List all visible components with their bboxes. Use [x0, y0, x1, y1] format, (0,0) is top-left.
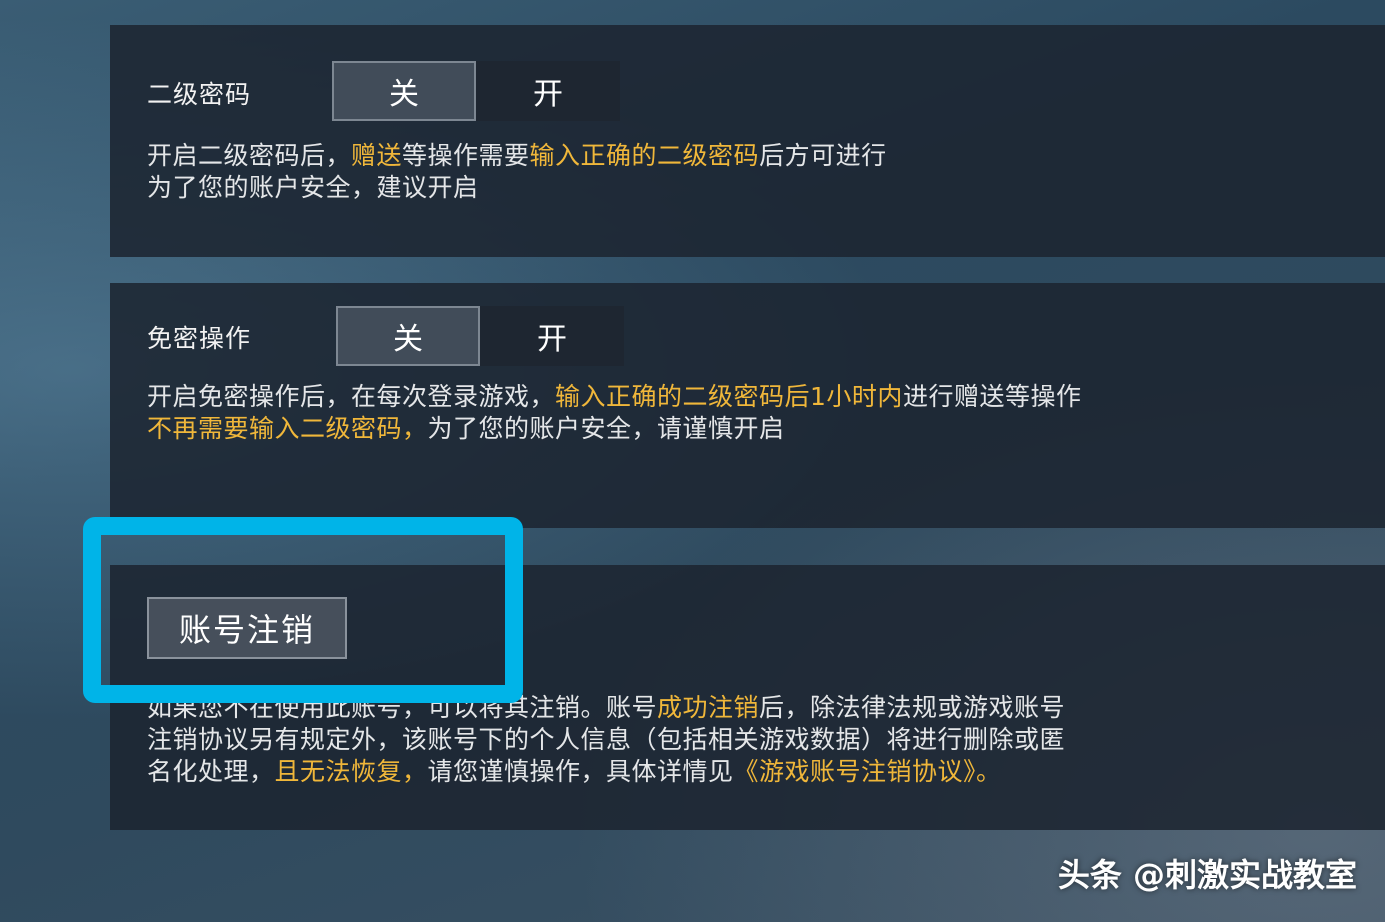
secondary-password-desc-line2: 为了您的账户安全，建议开启 [147, 173, 479, 202]
highlighted-text: 输入正确的二级密码 [529, 141, 760, 170]
account-deletion-button[interactable]: 账号注销 [147, 597, 347, 659]
highlighted-text: 赠送 [351, 141, 403, 170]
toggle-on-button[interactable]: 开 [480, 306, 624, 366]
highlighted-text: 《游戏账号注销协议》。 [733, 757, 1002, 786]
text-segment: 请您谨慎操作，具体详情见 [427, 757, 734, 786]
secondary-password-desc-line1: 开启二级密码后，赠送等操作需要输入正确的二级密码后方可进行 [147, 140, 887, 172]
toggle-off-button[interactable]: 关 [332, 61, 476, 121]
secondary-password-label: 二级密码 [147, 80, 252, 109]
text-segment: 名化处理， [147, 757, 275, 786]
text-segment: 进行赠送等操作 [902, 382, 1082, 411]
text-segment: 开启免密操作后，在每次登录游戏， [147, 382, 556, 411]
toggle-on-button[interactable]: 开 [476, 61, 620, 121]
account-deletion-desc-line3: 名化处理，且无法恢复，请您谨慎操作，具体详情见《游戏账号注销协议》。 [147, 756, 1002, 788]
account-deletion-desc-line2: 注销协议另有规定外，该账号下的个人信息（包括相关游戏数据）将进行删除或匿 [147, 725, 1066, 754]
watermark: 头条 @刺激实战教室 [1057, 856, 1357, 894]
password-free-desc-line1: 开启免密操作后，在每次登录游戏，输入正确的二级密码后1小时内进行赠送等操作 [147, 381, 1081, 413]
toggle-off-button[interactable]: 关 [336, 306, 480, 366]
password-free-label: 免密操作 [147, 324, 252, 353]
secondary-password-toggle[interactable]: 关 开 [332, 61, 620, 121]
text-segment: 后，除法律法规或游戏账号 [759, 693, 1066, 722]
password-free-toggle[interactable]: 关 开 [336, 306, 624, 366]
text-segment: 开启二级密码后， [147, 141, 352, 170]
highlighted-text: 不再需要输入二级密码， [147, 414, 428, 443]
text-segment: 为了您的账户安全，请谨慎开启 [427, 414, 785, 443]
highlighted-text: 且无法恢复， [274, 757, 428, 786]
highlighted-text: 输入正确的二级密码后1小时内 [555, 382, 903, 411]
text-segment: 等操作需要 [402, 141, 530, 170]
password-free-desc-line2: 不再需要输入二级密码，为了您的账户安全，请谨慎开启 [147, 413, 785, 445]
highlighted-text: 成功注销 [657, 693, 760, 722]
text-segment: 后方可进行 [759, 141, 887, 170]
